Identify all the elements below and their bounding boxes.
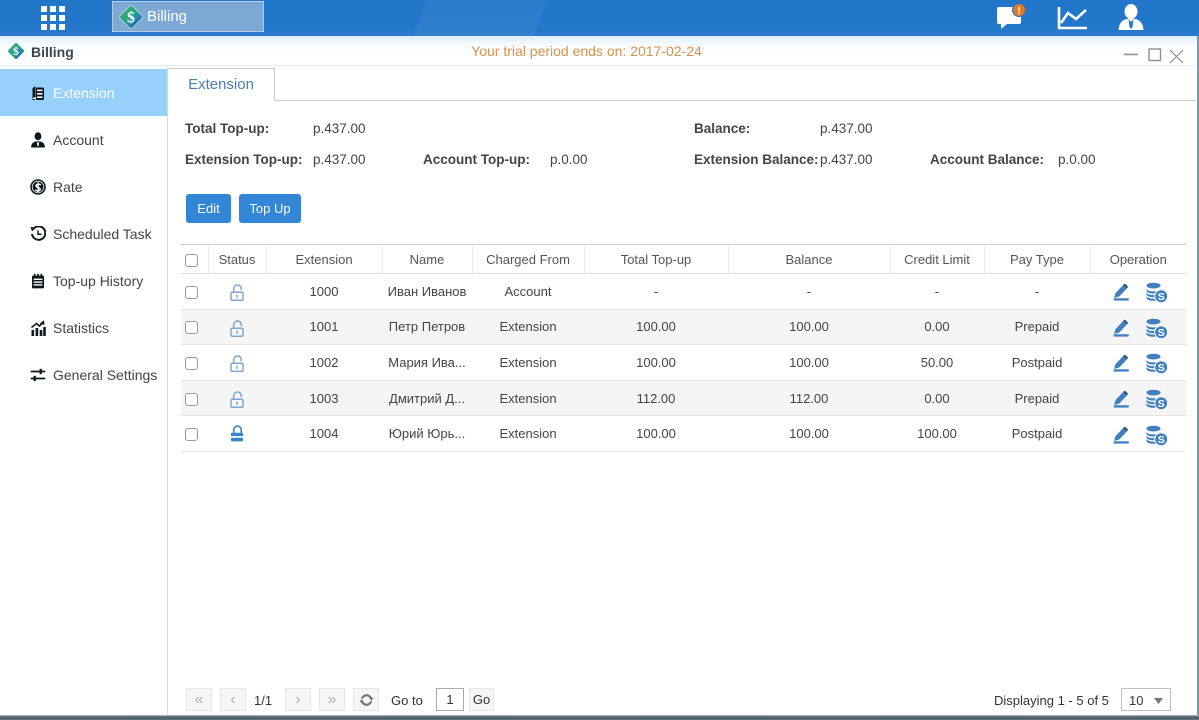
svg-text:S: S [1158,327,1165,339]
svg-text:!: ! [1017,6,1020,17]
svg-text:S: S [1158,362,1165,374]
svg-text:S: S [1158,434,1165,446]
svg-text:S: S [1158,291,1165,303]
svg-text:$: $ [127,9,135,26]
svg-text:S: S [1158,398,1165,410]
